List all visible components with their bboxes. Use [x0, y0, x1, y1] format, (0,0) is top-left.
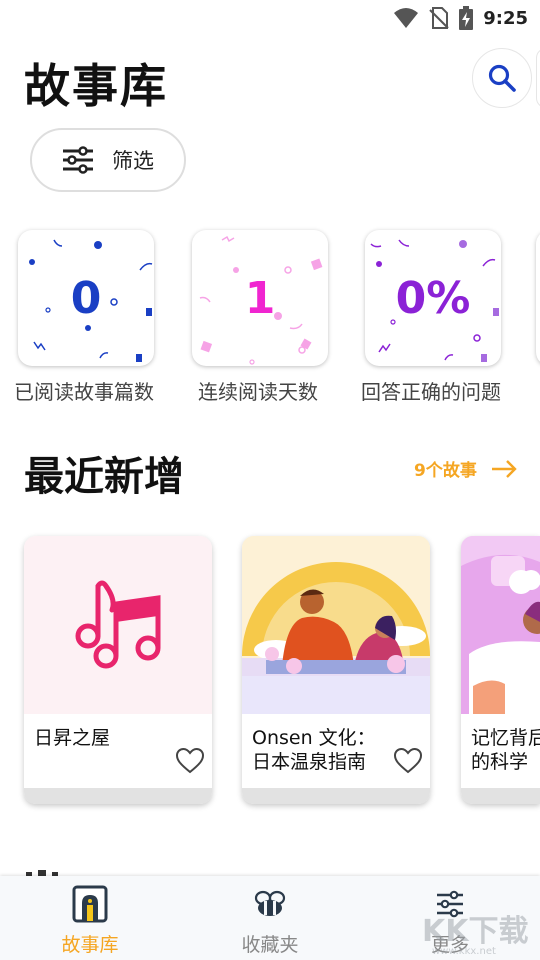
nav-label: 故事库	[61, 934, 119, 956]
bee-icon	[254, 890, 286, 916]
card-footer	[242, 788, 430, 804]
nav-item-favorites[interactable]: 收藏夹	[210, 876, 330, 960]
stat-label: 回答正确的问题	[361, 380, 501, 404]
stat-stories-read[interactable]: 0 已阅读故事篇数	[14, 230, 154, 404]
status-bar: 9:25	[0, 0, 540, 36]
heart-icon[interactable]	[176, 748, 204, 774]
next-section-peek	[26, 870, 58, 876]
stat-value: 0	[70, 272, 102, 324]
music-notes-icon	[75, 580, 161, 669]
page-title: 故事库	[24, 59, 168, 113]
nav-label: 收藏夹	[241, 934, 299, 956]
watermark-logo: KK下载 www.kkx.net	[422, 906, 540, 960]
hot-spring-scene	[242, 536, 430, 714]
search-button[interactable]	[472, 48, 532, 108]
search-icon	[488, 64, 516, 92]
library-icon	[72, 885, 108, 923]
stat-correct-answers[interactable]: 0% 回答正确的问题	[361, 230, 501, 404]
no-sim-icon	[429, 7, 449, 29]
card-footer	[461, 788, 540, 804]
story-count-label: 9个故事	[414, 461, 477, 481]
section-title: 最近新增	[24, 454, 184, 500]
nav-item-library[interactable]: 故事库	[30, 876, 150, 960]
stat-card: 1	[192, 230, 328, 366]
memory-scene	[461, 536, 540, 714]
stat-value: 1	[244, 272, 276, 324]
all-stories-link[interactable]: 9个故事	[414, 456, 517, 481]
heart-icon[interactable]	[394, 748, 422, 774]
story-card[interactable]: 记忆背后的科学	[461, 536, 540, 804]
story-card[interactable]: 日昇之屋	[24, 536, 212, 804]
stat-label: 连续阅读天数	[198, 380, 318, 404]
status-time: 9:25	[483, 7, 528, 29]
story-card[interactable]: Onsen 文化：日本温泉指南	[242, 536, 430, 804]
watermark-text: KK下载	[422, 914, 529, 949]
hot-spring-illustration	[242, 536, 430, 714]
battery-charging-icon	[459, 6, 474, 30]
overflow-button[interactable]	[536, 48, 540, 108]
filter-button[interactable]: 筛选	[30, 128, 186, 192]
stat-label: 已阅读故事篇数	[14, 380, 154, 404]
filter-label: 筛选	[112, 149, 154, 173]
card-footer	[24, 788, 212, 804]
wifi-icon	[394, 8, 419, 28]
arrow-right-icon	[491, 459, 517, 478]
stat-card-peek	[536, 230, 540, 366]
stat-card: 0	[18, 230, 154, 366]
stat-reading-streak[interactable]: 1 连续阅读天数	[192, 230, 328, 404]
memory-illustration	[461, 536, 540, 714]
status-icons: 9:25	[393, 6, 528, 30]
story-title: Onsen 文化：日本温泉指南	[252, 727, 376, 773]
sliders-icon	[63, 146, 93, 174]
stat-value: 0%	[395, 272, 471, 324]
story-title: 日昇之屋	[34, 727, 111, 749]
music-notes-illustration	[24, 536, 212, 714]
stat-card: 0%	[365, 230, 501, 366]
story-title: 记忆背后的科学	[471, 727, 540, 773]
